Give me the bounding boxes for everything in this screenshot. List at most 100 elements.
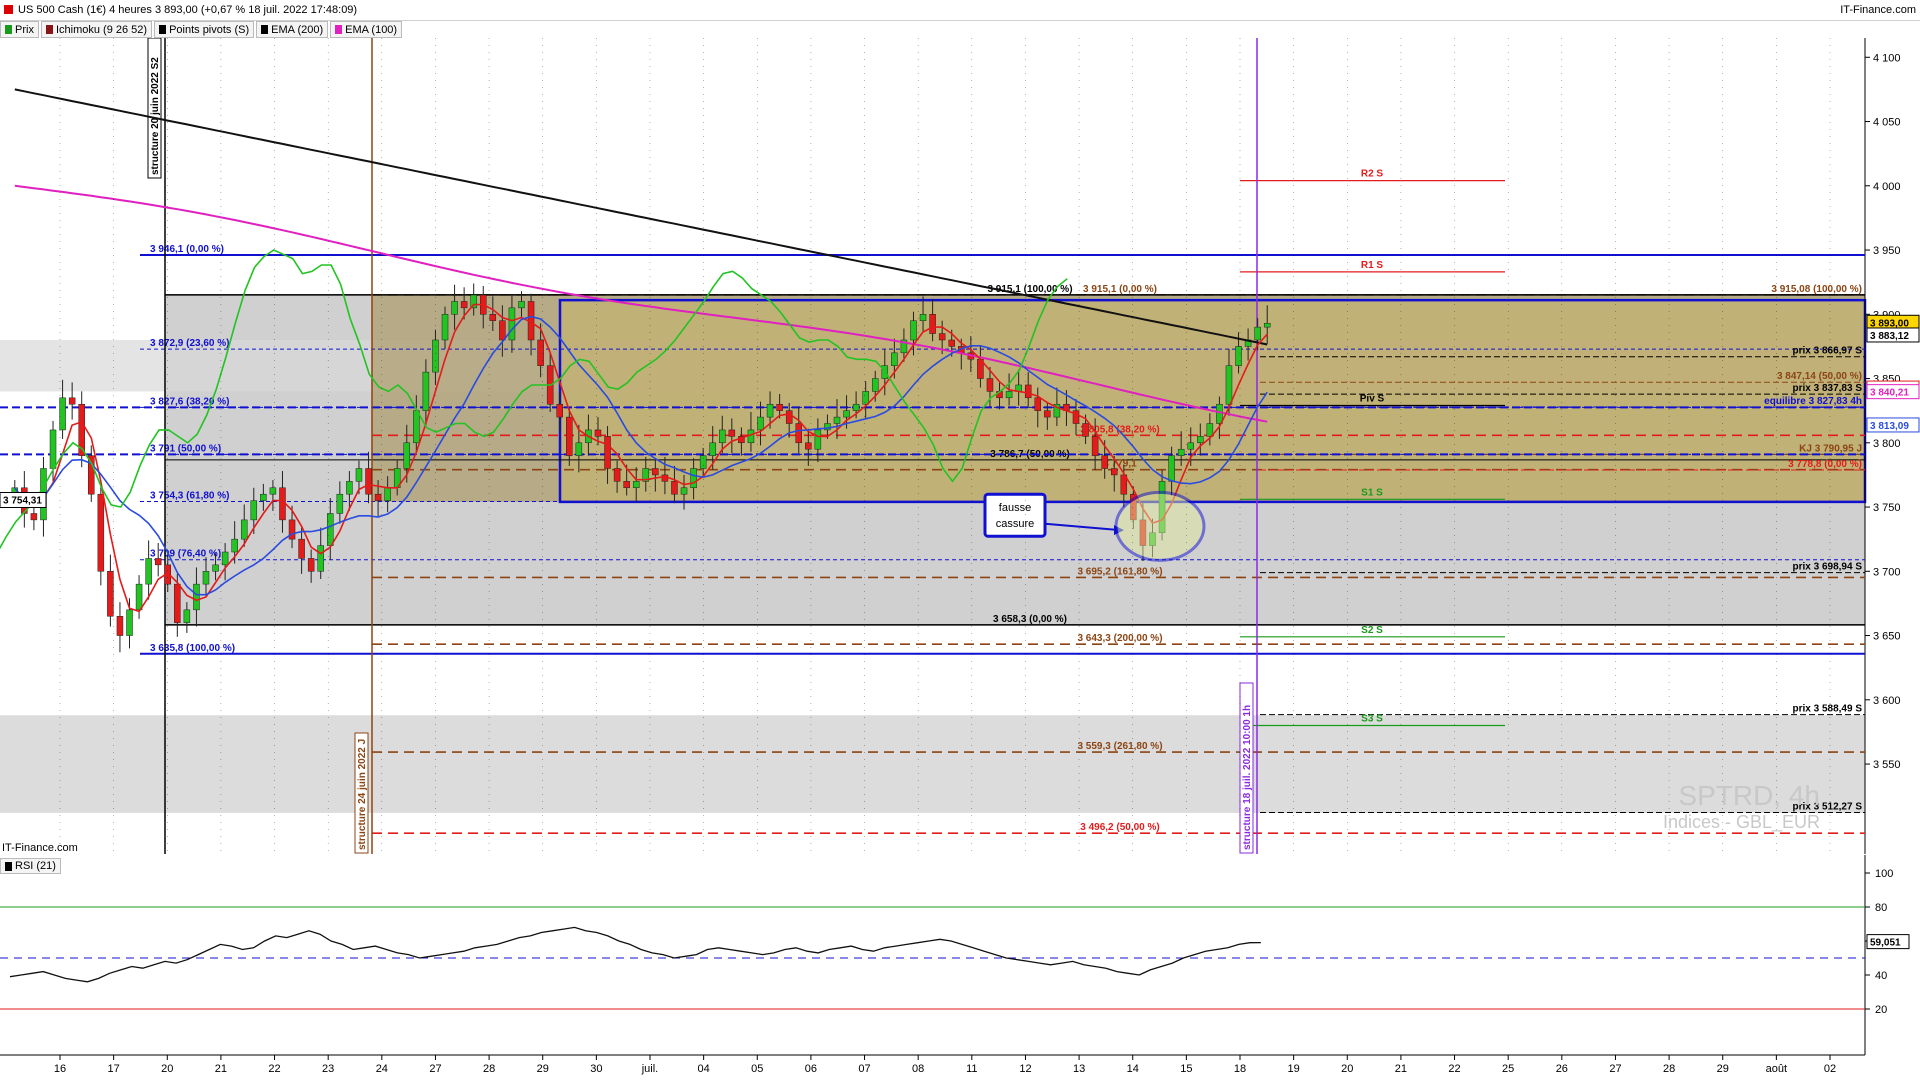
price-chart[interactable]: 4 1004 0504 0003 9503 9003 8503 8003 750…	[0, 38, 1920, 854]
vertical-marker-label: structure 18 juil. 2022 10:00 1h	[1239, 682, 1254, 854]
price-tick-label: 3 700	[1873, 566, 1901, 578]
candle-body	[1254, 326, 1261, 341]
candle-body	[699, 455, 707, 469]
candle-body	[948, 339, 955, 347]
rsi-line	[9, 926, 1261, 983]
candle-body	[1005, 391, 1013, 399]
level-label: 3 559,3 (261,80 %)	[1077, 741, 1162, 752]
candle-body	[575, 442, 583, 456]
candle-body	[556, 403, 563, 418]
window-title: US 500 Cash (1€) 4 heures 3 893,00 (+0,6…	[18, 4, 358, 16]
date-tick-label: 29	[1717, 1063, 1729, 1075]
axis-price-text: 3 840,21	[1870, 388, 1909, 399]
date-tick-label: 07	[858, 1063, 870, 1075]
date-tick-label: 25	[1502, 1063, 1514, 1075]
price-tick-label: 3 800	[1873, 438, 1901, 450]
candle-body	[1235, 346, 1242, 366]
candle-body	[107, 571, 114, 617]
date-tick-label: 30	[590, 1063, 602, 1075]
date-tick-label: 27	[1609, 1063, 1621, 1075]
candle-body	[30, 513, 38, 521]
candle-body	[814, 429, 822, 450]
pivot-label: S2 S	[1361, 625, 1383, 636]
legend-swatch-icon	[45, 25, 53, 34]
candle-body	[231, 538, 238, 553]
level-label: 3 496,2 (50,00 %)	[1080, 822, 1160, 833]
axis-price-label: 3 893,00	[1866, 314, 1920, 330]
vertical-marker-label: structure 20 juin 2022 S2	[147, 38, 162, 179]
candle-body	[154, 558, 162, 566]
candle-body	[613, 468, 621, 482]
candle-body	[594, 429, 602, 437]
candle-body	[871, 378, 879, 392]
level-label: 3 946,1 (0,00 %)	[150, 244, 224, 255]
date-tick-label: 24	[376, 1063, 388, 1075]
date-tick-label: 21	[215, 1063, 227, 1075]
candle-body	[719, 429, 726, 444]
pivot-label: R1 S	[1361, 260, 1384, 271]
date-tick-label: 28	[483, 1063, 495, 1075]
candle-body	[1034, 397, 1042, 411]
candle-body	[728, 429, 736, 437]
candle-body	[298, 538, 305, 559]
price-tick-label: 3 550	[1873, 759, 1901, 771]
candle-body	[240, 519, 248, 540]
candle-body	[183, 609, 191, 623]
candle-body	[1263, 323, 1271, 328]
candle-body	[307, 558, 315, 572]
candle-body	[566, 416, 573, 456]
last-price-tag: 3 754,31	[0, 492, 47, 509]
indicator-legend: Prix Ichimoku (9 26 52) Points pivots (S…	[0, 21, 404, 38]
level-label: 3 805,8 (38,20 %)	[1080, 424, 1160, 435]
vertical-marker-text: structure 24 juin 2022 J	[357, 739, 368, 850]
candle-body	[212, 564, 219, 572]
level-label: 3 635,8 (100,00 %)	[150, 643, 235, 654]
date-tick-label: août	[1766, 1063, 1787, 1075]
highlight-ellipse	[1114, 490, 1206, 562]
candle-body	[919, 314, 927, 321]
date-tick-label: 22	[1448, 1063, 1460, 1075]
legend-ichimoku[interactable]: Ichimoku (9 26 52)	[40, 21, 153, 38]
rsi-tick-label: 80	[1875, 902, 1887, 914]
candle-body	[1177, 448, 1185, 456]
candle-body	[891, 352, 898, 366]
pivot-label: R2 S	[1361, 169, 1384, 180]
candle-body	[460, 301, 468, 309]
candle-body	[986, 378, 994, 392]
level-label: 3 658,3 (0,00 %)	[993, 614, 1067, 625]
legend-swatch-icon	[5, 25, 12, 34]
date-tick-label: 23	[322, 1063, 334, 1075]
level-label: 3 847,14 (50,00 %)	[1777, 371, 1862, 382]
candle-body	[49, 429, 57, 469]
candle-body	[365, 468, 372, 495]
legend-ema200[interactable]: EMA (200)	[256, 21, 329, 38]
axis-price-label: 3 883,12	[1866, 327, 1920, 343]
legend-ema100[interactable]: EMA (100)	[330, 21, 403, 38]
date-tick-label: juil.	[641, 1063, 659, 1075]
rsi-tick-label: 20	[1875, 1004, 1887, 1016]
pivot-label: S3 S	[1361, 713, 1383, 724]
legend-pivots[interactable]: Points pivots (S)	[154, 21, 255, 38]
candle-body	[269, 487, 277, 495]
site-name[interactable]: IT-Finance.com	[1840, 4, 1916, 16]
level-label: 3 827,6 (38,20 %)	[150, 396, 230, 407]
candle-body	[346, 481, 353, 495]
rsi-chart[interactable]: 1008060402059,0511617202122232427282930j…	[0, 855, 1920, 1080]
date-tick-label: 28	[1663, 1063, 1675, 1075]
axis-price-text: 3 883,12	[1870, 331, 1909, 342]
candle-body	[766, 403, 774, 418]
candle-body	[690, 468, 697, 489]
level-label: prix 3 837,83 S	[1793, 383, 1863, 394]
date-tick-label: 19	[1288, 1063, 1300, 1075]
level-label: prix 3 588,49 S	[1793, 704, 1863, 715]
legend-prix[interactable]: Prix	[0, 21, 39, 38]
price-tick-label: 3 950	[1873, 245, 1901, 257]
date-tick-label: 05	[751, 1063, 763, 1075]
candle-body	[384, 487, 391, 501]
app-icon	[4, 5, 13, 14]
axis-price-label: 3 813,09	[1866, 417, 1920, 433]
candle-body	[929, 314, 936, 334]
candle-body	[1091, 436, 1099, 456]
candle-body	[709, 442, 716, 456]
date-tick-label: 12	[1019, 1063, 1031, 1075]
